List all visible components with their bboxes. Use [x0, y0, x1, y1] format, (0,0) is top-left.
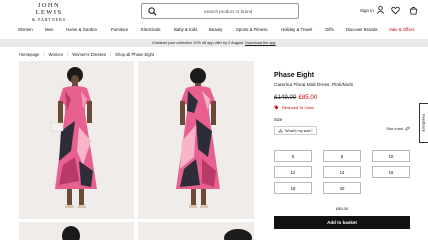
size-chart-label: Size chart [386, 126, 403, 131]
main-nav: Women Men Home & Garden Furniture Electr… [0, 26, 428, 36]
ruler-icon [405, 126, 410, 131]
breadcrumb-phase-eight[interactable]: Shop all Phase Eight [115, 52, 154, 57]
hanger-icon [278, 128, 283, 133]
size-option[interactable]: 6 [274, 150, 312, 162]
size-option[interactable]: 20 [323, 182, 361, 194]
breadcrumb-women[interactable]: Women [49, 52, 63, 57]
now-price: £85.00 [298, 94, 318, 101]
nav-home-garden[interactable]: Home & Garden [66, 27, 97, 32]
nav-men[interactable]: Men [45, 27, 53, 32]
breadcrumb-homepage[interactable]: Homepage [19, 52, 40, 57]
size-label: Size [274, 117, 283, 122]
search-bar[interactable] [141, 3, 299, 19]
feedback-label: Feedback [421, 114, 427, 132]
tag-icon [274, 105, 279, 110]
size-option[interactable]: 10 [372, 150, 410, 162]
size-help-row: What's my size? Size chart [274, 126, 410, 136]
basket-price: £85.00 [335, 206, 349, 211]
nav-baby-kids[interactable]: Baby & Kids [174, 27, 197, 32]
nav-furniture[interactable]: Furniture [111, 27, 128, 32]
nav-holiday-travel[interactable]: Holiday & Travel [281, 27, 312, 32]
breadcrumb-separator: / [67, 52, 69, 57]
whats-my-size-button[interactable]: What's my size? [274, 126, 317, 135]
breadcrumb-separator: / [43, 52, 45, 57]
price-block: £149.00 £85.00 [274, 94, 410, 101]
model-front-illustration [19, 61, 134, 219]
nav-sale-offers[interactable]: Sale & Offers [389, 27, 414, 32]
user-icon [376, 6, 384, 14]
heart-icon[interactable] [391, 6, 400, 15]
product-brand[interactable]: Phase Eight [274, 72, 410, 79]
product-image-detail-2[interactable] [138, 222, 254, 240]
size-option[interactable]: 16 [372, 166, 410, 178]
nav-beauty[interactable]: Beauty [209, 27, 222, 32]
product-image-back[interactable] [138, 61, 254, 219]
promo-banner: Kickstart your collection 10% off app of… [0, 39, 428, 47]
nav-women[interactable]: Women [18, 27, 33, 32]
size-chart-link[interactable]: Size chart [386, 126, 410, 131]
nav-discover-brands[interactable]: Discover Brands [346, 27, 378, 32]
model-detail-illustration [138, 222, 254, 240]
product-image-detail-1[interactable] [19, 222, 134, 240]
nav-gifts[interactable]: Gifts [325, 27, 334, 32]
john-lewis-logo[interactable]: JOHN LEWIS & PARTNERS [24, 2, 74, 22]
size-option[interactable]: 18 [274, 182, 312, 194]
sign-in-link[interactable]: Sign in [360, 6, 384, 14]
breadcrumb-womens-dresses[interactable]: Women's Dresses [72, 52, 106, 57]
product-details: Phase Eight Caterina Floral Midi Dress, … [274, 72, 410, 229]
product-name: Caterina Floral Midi Dress, Pink/Multi [274, 83, 353, 88]
search-input[interactable] [162, 5, 294, 17]
feedback-tab[interactable]: Feedback [419, 103, 428, 143]
size-option[interactable]: 12 [274, 166, 312, 178]
reduced-badge: Reduced To Clear [274, 105, 410, 110]
whats-my-size-label: What's my size? [285, 128, 313, 133]
breadcrumb-separator: / [109, 52, 112, 57]
logo-main-text: JOHN LEWIS [35, 2, 63, 16]
reduced-label: Reduced To Clear [282, 105, 314, 110]
add-to-basket-button[interactable]: Add to basket [274, 216, 410, 229]
basket-icon[interactable] [409, 6, 418, 15]
sign-in-label: Sign in [360, 7, 374, 13]
nav-sports-fitness[interactable]: Sports & Fitness [236, 27, 268, 32]
model-detail-illustration [19, 222, 134, 240]
nav-electricals[interactable]: Electricals [141, 27, 161, 32]
size-option[interactable]: 8 [323, 150, 361, 162]
promo-app-link[interactable]: Download the app [245, 41, 276, 45]
product-image-front[interactable] [19, 61, 134, 219]
was-price: £149.00 [274, 94, 297, 101]
logo-sub-text: & PARTNERS [32, 17, 66, 22]
model-back-illustration [138, 61, 254, 219]
search-icon[interactable] [148, 7, 157, 16]
breadcrumb: Homepage / Women / Women's Dresses / Sho… [19, 52, 154, 57]
promo-text: Kickstart your collection 10% off app of… [152, 41, 246, 45]
size-option[interactable]: 14 [323, 166, 361, 178]
site-header: JOHN LEWIS & PARTNERS Sign in [0, 0, 428, 24]
